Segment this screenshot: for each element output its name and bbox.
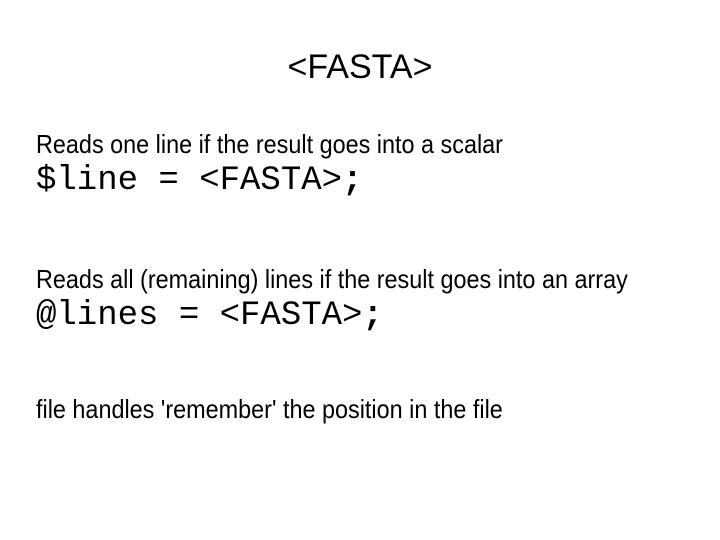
scalar-read-code-text: $line = <FASTA> <box>36 162 343 200</box>
filehandle-position-note: file handles 'remember' the position in … <box>36 394 503 424</box>
slide-title: <FASTA> <box>287 48 433 86</box>
array-read-code: @lines = <FASTA>; <box>36 295 684 337</box>
scalar-read-code: $line = <FASTA>; <box>36 160 684 202</box>
array-read-description: Reads all (remaining) lines if the resul… <box>36 264 628 294</box>
slide-body: Reads one line if the result goes into a… <box>36 128 684 425</box>
array-read-code-text: @lines = <FASTA> <box>36 297 363 335</box>
array-read-code-terminator: ; <box>362 297 383 335</box>
scalar-read-code-terminator: ; <box>342 162 363 200</box>
paragraph-spacer-2 <box>36 337 684 393</box>
slide: <FASTA> Reads one line if the result goe… <box>0 0 720 540</box>
scalar-read-description: Reads one line if the result goes into a… <box>36 129 503 159</box>
paragraph-spacer-1 <box>36 202 684 264</box>
